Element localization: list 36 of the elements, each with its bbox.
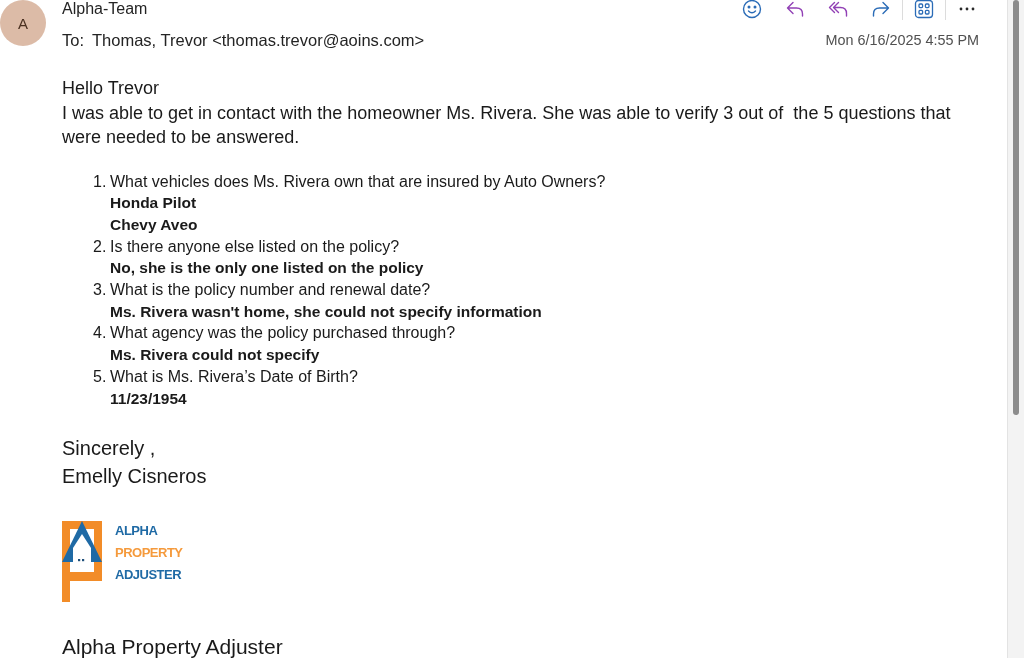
question-text: What is Ms. Rivera’s Date of Birth? [110, 366, 359, 387]
sender-name: Alpha-Team [62, 0, 148, 18]
logo-text: ADJUSTER [115, 565, 183, 584]
closing-text: Sincerely , [62, 436, 157, 462]
recipient: Thomas, Trevor <thomas.trevor@aoins.com> [92, 30, 425, 50]
forward-icon[interactable] [871, 0, 891, 19]
answer-text: 11/23/1954 [110, 388, 188, 409]
logo-text: PROPERTY [115, 543, 183, 562]
logo-icon [62, 519, 102, 602]
list-number: 3. [93, 280, 108, 300]
sent-date: Mon 6/16/2025 4:55 PM [825, 32, 979, 48]
reply-icon[interactable] [785, 0, 805, 19]
list-number: 2. [93, 236, 108, 257]
signature-name: Emelly Cisneros [62, 464, 208, 490]
list-number: 1. [93, 171, 108, 192]
logo-text: ALPHA [115, 521, 159, 540]
answer-text: Honda Pilot [110, 193, 198, 214]
greeting: Hello Trevor [62, 77, 161, 100]
answer-text: Chevy Aveo [110, 214, 199, 235]
list-number: 4. [93, 323, 108, 344]
avatar: A [0, 0, 46, 46]
reply-all-icon[interactable] [828, 0, 848, 19]
list-number: 5. [93, 366, 108, 387]
answer-text: Ms. Rivera could not specify [110, 345, 321, 366]
message-paragraph: I was able to get in contact with the homeowner Ms. Rivera. She was able to verify 3 out of the 5 questions that were needed to be answered. [62, 101, 952, 149]
answer-text: Ms. Rivera wasn't home, she could not specify information [110, 301, 543, 322]
to-label: To: [62, 30, 84, 50]
apps-grid-icon[interactable] [914, 0, 934, 19]
answer-text: No, she is the only one listed on the policy [110, 258, 425, 279]
question-text: What agency was the policy purchased through? [110, 323, 457, 344]
question-text: What vehicles does Ms. Rivera own that are insured by Auto Owners? [110, 171, 607, 192]
scrollbar-thumb[interactable] [1013, 0, 1019, 415]
company-name: Alpha Property Adjuster [62, 636, 284, 658]
question-text: What is the policy number and renewal date? [110, 280, 432, 300]
question-text: Is there anyone else listed on the policy? [110, 236, 401, 257]
smiley-icon[interactable] [742, 0, 762, 19]
